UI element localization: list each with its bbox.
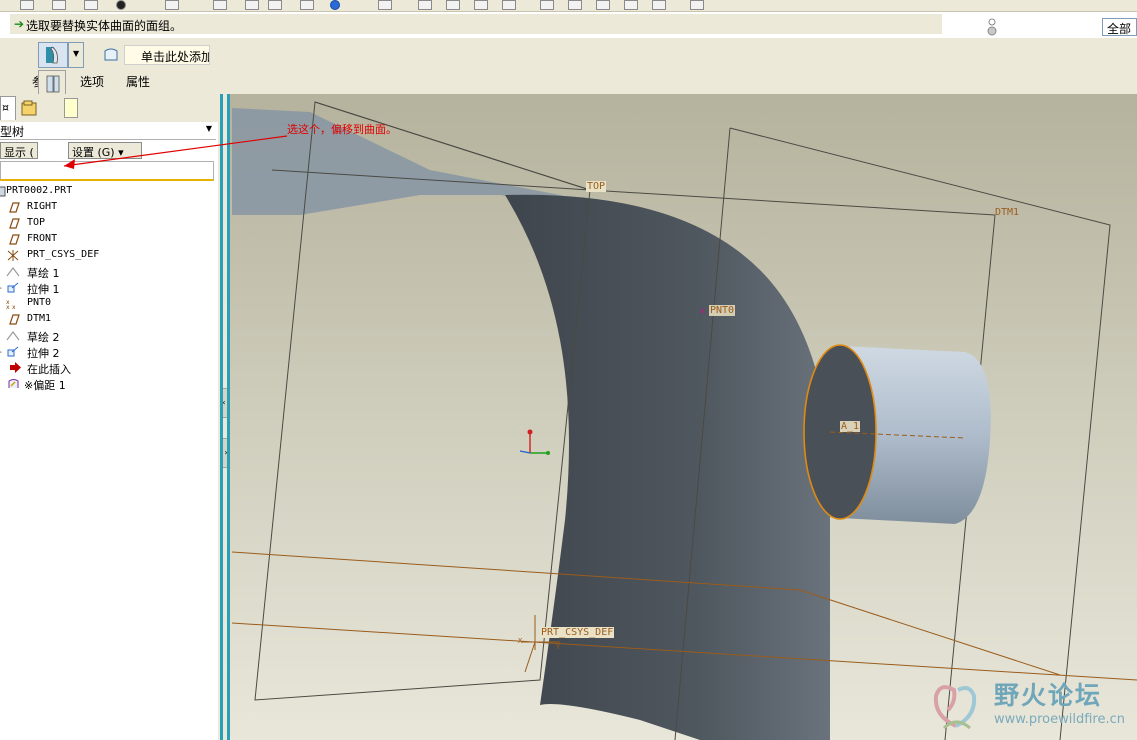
- annotation-overlay: [63, 135, 288, 169]
- arrow-head-icon: [64, 159, 75, 169]
- annotation-arrow: [63, 135, 288, 167]
- annotation-text: 选这个，偏移到曲面。: [287, 123, 397, 136]
- forum-watermark: 野火论坛 www.proewildfire.cn: [922, 672, 1132, 734]
- watermark-url: www.proewildfire.cn: [994, 712, 1125, 727]
- forum-logo-icon: [933, 685, 977, 730]
- watermark-title: 野火论坛: [994, 681, 1103, 710]
